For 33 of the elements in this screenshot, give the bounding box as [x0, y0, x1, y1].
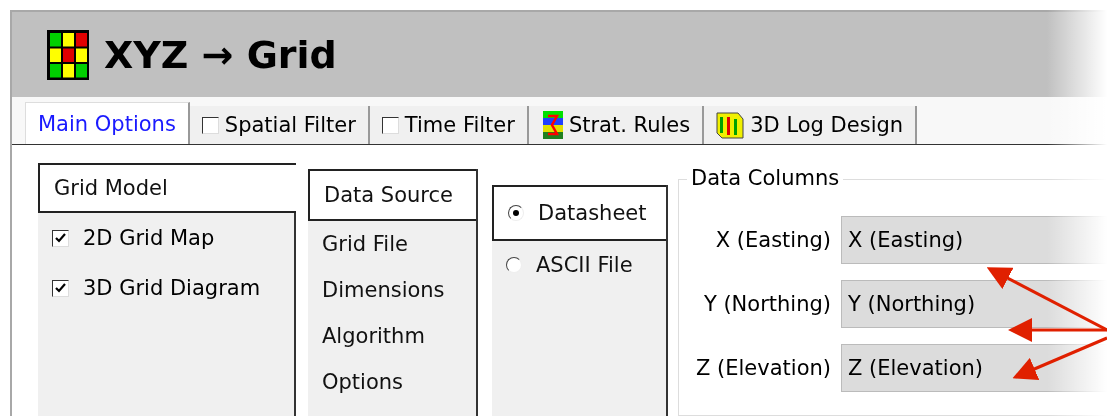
- field-label: Y (Northing): [702, 292, 832, 316]
- checkbox[interactable]: [201, 116, 219, 134]
- radio-tab[interactable]: Datasheet: [492, 185, 666, 241]
- dropdown-field[interactable]: X (Easting): [841, 216, 1107, 264]
- tab[interactable]: Time Filter: [369, 106, 529, 144]
- field-label: Z (Elevation): [695, 356, 832, 380]
- checkbox[interactable]: [52, 229, 69, 247]
- dropdown-field[interactable]: Y (Northing): [841, 280, 1107, 328]
- side-tab[interactable]: Grid Model: [38, 163, 296, 213]
- dropdown-field[interactable]: Z (Elevation): [841, 344, 1107, 392]
- option-label: 3D Grid Diagram: [83, 276, 261, 300]
- radio-button[interactable]: [506, 257, 522, 273]
- radio-tab[interactable]: ASCII File: [492, 241, 666, 289]
- tab[interactable]: 3D Log Design: [704, 106, 918, 144]
- checkbox[interactable]: [52, 279, 69, 297]
- side-tab[interactable]: Dimensions: [308, 267, 476, 313]
- checkbox-option[interactable]: 3D Grid Diagram: [38, 263, 294, 313]
- side-tab[interactable]: Options: [308, 359, 476, 405]
- tab[interactable]: Spatial Filter: [189, 106, 370, 144]
- window-title: XYZ → Grid: [104, 32, 337, 77]
- grid-app-icon: [46, 28, 90, 81]
- checkbox-option[interactable]: 2D Grid Map: [38, 213, 294, 263]
- checkbox[interactable]: [381, 116, 399, 134]
- layers-icon: [540, 111, 563, 139]
- bar-chart-icon: [716, 111, 745, 139]
- option-label: 2D Grid Map: [83, 226, 215, 250]
- side-tab[interactable]: Algorithm: [308, 313, 476, 359]
- side-tab[interactable]: Data Source: [308, 169, 476, 221]
- field-label: X (Easting): [714, 228, 832, 252]
- tab[interactable]: Strat. Rules: [528, 106, 705, 144]
- tab[interactable]: Main Options: [25, 102, 190, 144]
- side-tab[interactable]: Grid File: [308, 221, 476, 267]
- radio-button[interactable]: [508, 205, 524, 221]
